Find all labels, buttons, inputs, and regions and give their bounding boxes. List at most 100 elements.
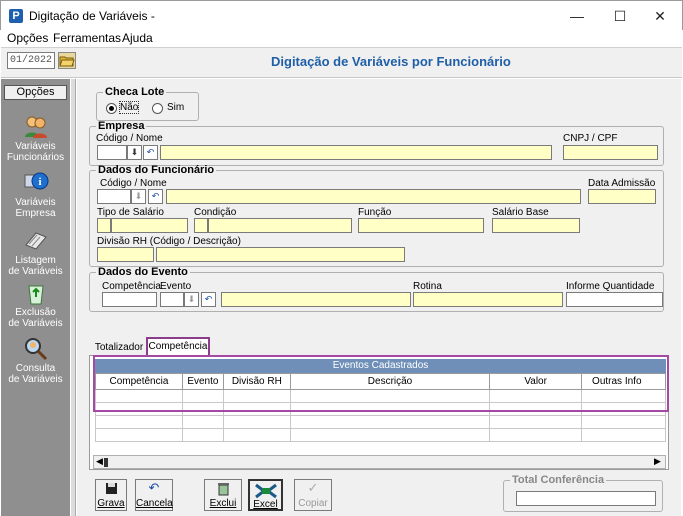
tab-totalizador[interactable]: Totalizador	[93, 339, 145, 356]
exclui-label: Exclui	[209, 498, 237, 509]
divisao-rh-input[interactable]	[156, 247, 405, 262]
check-icon: ✓	[307, 480, 319, 495]
tipo-salario-label: Tipo de Salário	[97, 207, 164, 218]
sidebar: Opções Variáveis Funcionários i Variávei…	[1, 79, 70, 516]
empresa-codigo-input[interactable]	[97, 145, 127, 160]
sidebar-item-label: Consulta	[15, 363, 56, 374]
evento-label: Evento	[160, 281, 192, 292]
cnpj-input[interactable]	[563, 145, 658, 160]
rotina-input[interactable]	[413, 292, 563, 307]
download-icon[interactable]: ⬇	[131, 189, 146, 204]
radio-sim-label[interactable]: Sim	[167, 102, 184, 113]
table-row[interactable]	[95, 415, 666, 429]
table-row[interactable]	[95, 428, 666, 442]
cnpj-label: CNPJ / CPF	[563, 133, 618, 144]
magnifier-user-icon	[23, 337, 49, 361]
sidebar-header: Opções	[4, 85, 67, 100]
scroll-left-icon[interactable]: ◀	[96, 456, 103, 467]
exclui-button[interactable]: Exclui	[204, 479, 242, 511]
tab-competencia[interactable]: Competência	[146, 337, 210, 356]
informe-quantidade-input[interactable]	[566, 292, 663, 307]
func-codigo-input[interactable]	[97, 189, 131, 204]
excel-button[interactable]: Excel	[248, 479, 283, 511]
scroll-thumb[interactable]	[104, 458, 108, 467]
salario-base-label: Salário Base	[492, 207, 549, 218]
grava-button[interactable]: Grava	[95, 479, 127, 511]
total-conferencia-input[interactable]	[516, 491, 656, 506]
sidebar-item-listagem[interactable]: Listagem de Variáveis	[1, 229, 70, 277]
trash-icon	[205, 482, 241, 498]
sidebar-item-label: Empresa	[15, 208, 56, 219]
divisao-rh-label: Divisão RH (Código / Descrição)	[97, 236, 241, 247]
title-bar: P Digitação de Variáveis - — ☐ ✕	[0, 0, 683, 30]
menu-ferramentas[interactable]: Ferramentas	[53, 31, 121, 45]
sidebar-item-consulta[interactable]: Consulta de Variáveis	[1, 337, 70, 385]
data-admissao-input[interactable]	[588, 189, 656, 204]
empresa-nome-input[interactable]	[160, 145, 552, 160]
funcao-input[interactable]	[358, 218, 484, 233]
horizontal-scrollbar[interactable]: ◀ ▶	[93, 455, 666, 469]
condicao-input[interactable]	[208, 218, 352, 233]
list-printer-icon	[23, 229, 49, 253]
copiar-label: Copiar	[298, 498, 328, 509]
sidebar-item-exclusao[interactable]: Exclusão de Variáveis	[1, 281, 70, 329]
undo-icon[interactable]: ↶	[143, 145, 158, 160]
sidebar-item-label: Variáveis	[15, 141, 56, 152]
competencia-label: Competência	[102, 281, 161, 292]
folder-open-icon[interactable]	[58, 52, 76, 69]
funcionario-title: Dados do Funcionário	[98, 164, 215, 176]
undo-icon: ↶	[148, 480, 160, 495]
evento-desc-input[interactable]	[221, 292, 411, 307]
sidebar-item-variaveis-empresa[interactable]: i Variáveis Empresa	[1, 171, 70, 219]
page-title: Digitação de Variáveis por Funcionário	[271, 54, 511, 69]
sidebar-item-label: Variáveis	[15, 197, 56, 208]
menu-bar: Opções Ferramentas Ajuda	[1, 30, 682, 47]
scroll-right-icon[interactable]: ▶	[654, 456, 661, 467]
undo-icon[interactable]: ↶	[201, 292, 216, 307]
excel-icon	[250, 483, 281, 499]
condicao-code[interactable]	[194, 218, 208, 233]
period-input[interactable]: 01/2022	[7, 52, 55, 69]
download-icon[interactable]: ⬇	[184, 292, 199, 307]
tipo-salario-input[interactable]	[111, 218, 188, 233]
total-conferencia-title: Total Conferência	[512, 474, 605, 486]
close-button[interactable]: ✕	[637, 1, 683, 31]
copiar-button[interactable]: ✓ Copiar	[294, 479, 332, 511]
radio-sim[interactable]	[152, 103, 163, 114]
func-codigo-label: Código / Nome	[100, 178, 167, 189]
empresa-title: Empresa	[98, 120, 145, 132]
grava-label: Grava	[97, 498, 125, 509]
data-admissao-label: Data Admissão	[588, 178, 656, 189]
panel-splitter[interactable]	[70, 79, 76, 516]
grid-highlight	[93, 355, 669, 412]
app-icon: P	[9, 9, 23, 23]
func-nome-input[interactable]	[166, 189, 581, 204]
checa-lote-title: Checa Lote	[105, 86, 165, 98]
cancela-button[interactable]: ↶ Cancela	[135, 479, 173, 511]
radio-nao-label[interactable]: Não	[118, 101, 140, 114]
menu-ajuda[interactable]: Ajuda	[122, 31, 153, 45]
excel-label: Excel	[253, 499, 278, 510]
salario-base-input[interactable]	[492, 218, 580, 233]
competencia-input[interactable]	[102, 292, 157, 307]
empresa-codigo-label: Código / Nome	[96, 133, 163, 144]
evento-title: Dados do Evento	[98, 266, 188, 278]
download-icon[interactable]: ⬇	[127, 145, 142, 160]
floppy-icon	[96, 482, 126, 498]
sidebar-item-label: Exclusão	[15, 307, 56, 318]
divisao-rh-code[interactable]	[97, 247, 154, 262]
recycle-bin-icon	[23, 281, 49, 305]
sidebar-item-label: de Variáveis	[8, 266, 63, 277]
info-computer-icon: i	[23, 171, 49, 195]
undo-icon[interactable]: ↶	[148, 189, 163, 204]
condicao-label: Condição	[194, 207, 237, 218]
sidebar-item-variaveis-funcionarios[interactable]: Variáveis Funcionários	[1, 115, 70, 163]
tipo-salario-code[interactable]	[97, 218, 111, 233]
radio-nao[interactable]	[106, 103, 117, 114]
funcao-label: Função	[358, 207, 392, 218]
evento-code-input[interactable]	[160, 292, 184, 307]
menu-opcoes[interactable]: Opções	[7, 31, 48, 45]
cancela-label: Cancela	[136, 498, 173, 509]
sidebar-item-label: Funcionários	[6, 152, 65, 163]
minimize-button[interactable]: —	[554, 1, 600, 31]
